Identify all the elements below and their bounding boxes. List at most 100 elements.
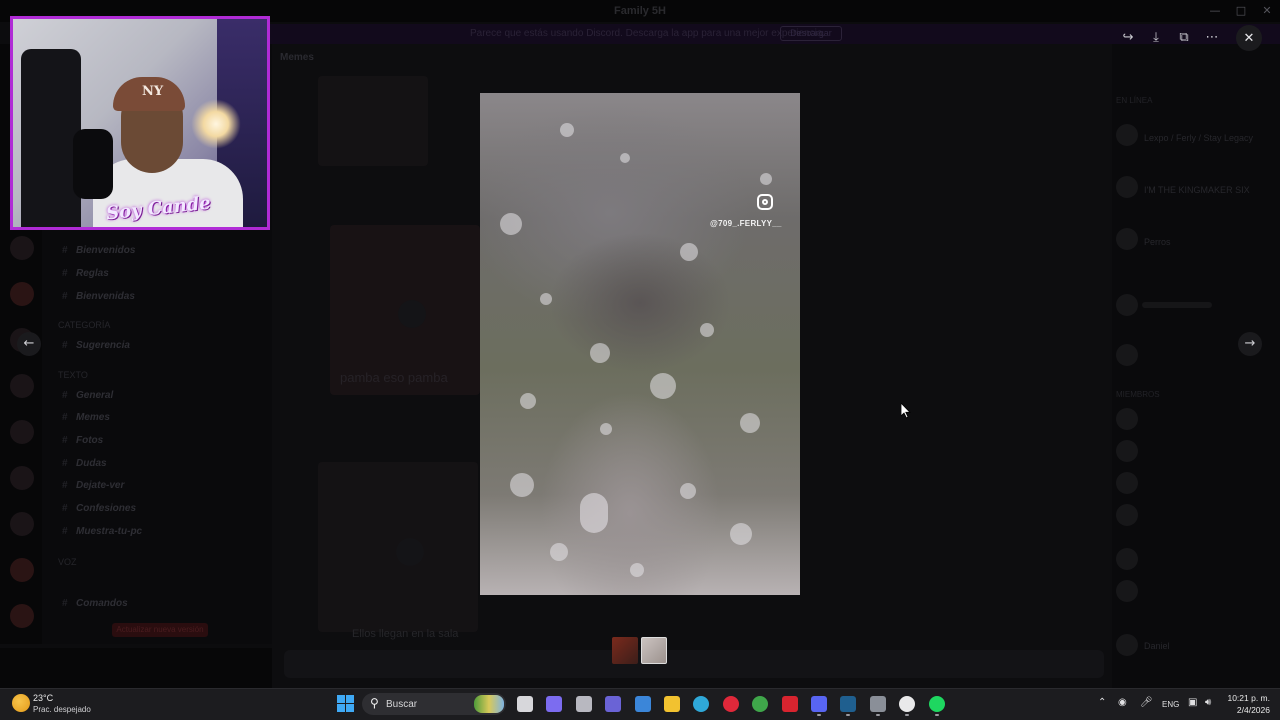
member-avatar[interactable] (1116, 294, 1138, 316)
chat-attachment[interactable] (318, 76, 428, 166)
channel-label: Reglas (76, 268, 109, 279)
member-avatar[interactable] (1116, 124, 1138, 146)
spotify-icon[interactable] (929, 696, 945, 712)
weather-temperature[interactable]: 23°C (33, 693, 53, 703)
windows-start-icon[interactable] (337, 695, 354, 712)
channel-item[interactable]: # Fotos (62, 435, 103, 446)
media-image[interactable] (480, 93, 800, 595)
edge-icon[interactable] (693, 696, 709, 712)
close-icon[interactable]: ✕ (1236, 25, 1262, 51)
channel-item[interactable]: # Bienvenidos (62, 245, 135, 256)
weather-icon[interactable] (12, 694, 30, 712)
settings-icon[interactable] (870, 696, 886, 712)
channel-item[interactable]: # Bienvenidas (62, 291, 135, 302)
member-avatar[interactable] (1116, 580, 1138, 602)
chevron-up-icon[interactable]: ⌃ (1098, 697, 1106, 708)
close-icon[interactable]: ✕ (1254, 0, 1280, 22)
member-avatar[interactable] (1116, 228, 1138, 250)
weather-description[interactable]: Prac. despejado (33, 705, 91, 714)
acrobat-icon[interactable] (782, 696, 798, 712)
clock-time[interactable]: 10:21 p. m. (1222, 693, 1270, 703)
download-icon[interactable]: ⤓ (1144, 26, 1168, 50)
tray-app-icon[interactable]: ◉ (1118, 697, 1127, 708)
server-icon[interactable] (10, 604, 34, 628)
minimize-icon[interactable]: — (1202, 0, 1228, 22)
channel-item[interactable]: # Muestra-tu-pc (62, 526, 142, 537)
channel-category[interactable]: Categoría (58, 320, 110, 330)
play-icon[interactable] (398, 300, 426, 328)
channel-item[interactable]: # Reglas (62, 268, 109, 279)
server-icon[interactable] (10, 558, 34, 582)
volume-icon[interactable]: 🔊︎ (1205, 697, 1211, 708)
server-icon[interactable] (10, 466, 34, 490)
channel-category[interactable]: Voz (58, 557, 77, 567)
opera-icon[interactable] (723, 696, 739, 712)
member-name[interactable]: Lexpo / Ferly / Stay Legacy (1144, 133, 1253, 143)
more-icon[interactable]: ⋯ (1200, 26, 1224, 50)
server-icon[interactable] (10, 282, 34, 306)
hash-icon: # (62, 458, 68, 469)
message-composer[interactable] (284, 650, 1104, 678)
watermark-handle: @709_.FERLYY__ (710, 219, 782, 228)
channel-label: General (76, 390, 114, 401)
thumbnail[interactable] (612, 637, 638, 664)
member-avatar[interactable] (1116, 504, 1138, 526)
member-avatar[interactable] (1116, 634, 1138, 656)
hash-icon: # (62, 503, 68, 514)
copilot-icon[interactable] (546, 696, 562, 712)
steam-icon[interactable] (840, 696, 856, 712)
channel-category[interactable]: Texto (58, 370, 88, 380)
member-name[interactable]: Daniel (1144, 641, 1170, 651)
channel-item[interactable]: # General (62, 390, 113, 401)
snow-speck (740, 413, 760, 433)
obs-icon[interactable] (899, 696, 915, 712)
channel-item-active[interactable]: # Memes (62, 412, 110, 423)
cap-logo: NY (142, 84, 164, 99)
chat-channel-name: Memes (280, 52, 314, 63)
discord-icon[interactable] (811, 696, 827, 712)
arrow-left-icon[interactable]: ← (17, 332, 41, 356)
channel-item[interactable]: # Confesiones (62, 503, 136, 514)
open-external-icon[interactable]: ⧉ (1172, 26, 1196, 50)
member-avatar[interactable] (1116, 440, 1138, 462)
channel-item[interactable]: # Dejate-ver (62, 480, 124, 491)
clock-date[interactable]: 2/4/2026 (1222, 705, 1270, 715)
screen: Family 5H — □ ✕ Parece que estás usando … (0, 0, 1280, 720)
server-icon[interactable] (10, 512, 34, 536)
maximize-icon[interactable]: □ (1228, 0, 1254, 22)
member-avatar[interactable] (1116, 344, 1138, 366)
chrome-icon[interactable] (752, 696, 768, 712)
member-avatar[interactable] (1116, 472, 1138, 494)
microphone-icon[interactable]: 🎤︎ (1140, 697, 1153, 708)
server-icon[interactable] (10, 236, 34, 260)
play-icon[interactable] (396, 538, 424, 566)
member-avatar[interactable] (1116, 176, 1138, 198)
channel-label: Bienvenidos (76, 245, 136, 256)
channel-item[interactable]: # Comandos (62, 598, 128, 609)
server-icon[interactable] (10, 420, 34, 444)
member-name[interactable]: I'M THE KINGMAKER SIX (1144, 185, 1250, 195)
snow-speck (730, 523, 752, 545)
network-icon[interactable]: ▣ (1188, 697, 1197, 708)
notice-banner-button[interactable]: Descargar (780, 26, 842, 41)
update-notice-pill[interactable]: Actualizar nueva versión (112, 623, 208, 637)
thumbnail-active[interactable] (641, 637, 667, 664)
task-view-icon[interactable] (517, 696, 533, 712)
file-explorer-icon[interactable] (664, 696, 680, 712)
channel-label: Dejate-ver (76, 480, 125, 491)
language-indicator[interactable]: ENG (1162, 700, 1179, 709)
snow-speck (700, 323, 714, 337)
member-avatar[interactable] (1116, 408, 1138, 430)
server-icon[interactable] (10, 374, 34, 398)
member-avatar[interactable] (1116, 548, 1138, 570)
ai-assistant-icon[interactable] (576, 696, 592, 712)
member-name[interactable]: Perros (1144, 237, 1171, 247)
channel-item[interactable]: # Sugerencia (62, 340, 130, 351)
forward-icon[interactable]: ↪ (1116, 26, 1140, 50)
channel-item[interactable]: # Dudas (62, 458, 107, 469)
hash-icon: # (62, 435, 68, 446)
store-icon[interactable] (635, 696, 651, 712)
arrow-right-icon[interactable]: → (1238, 332, 1262, 356)
teams-icon[interactable] (605, 696, 621, 712)
hash-icon: # (62, 526, 68, 537)
